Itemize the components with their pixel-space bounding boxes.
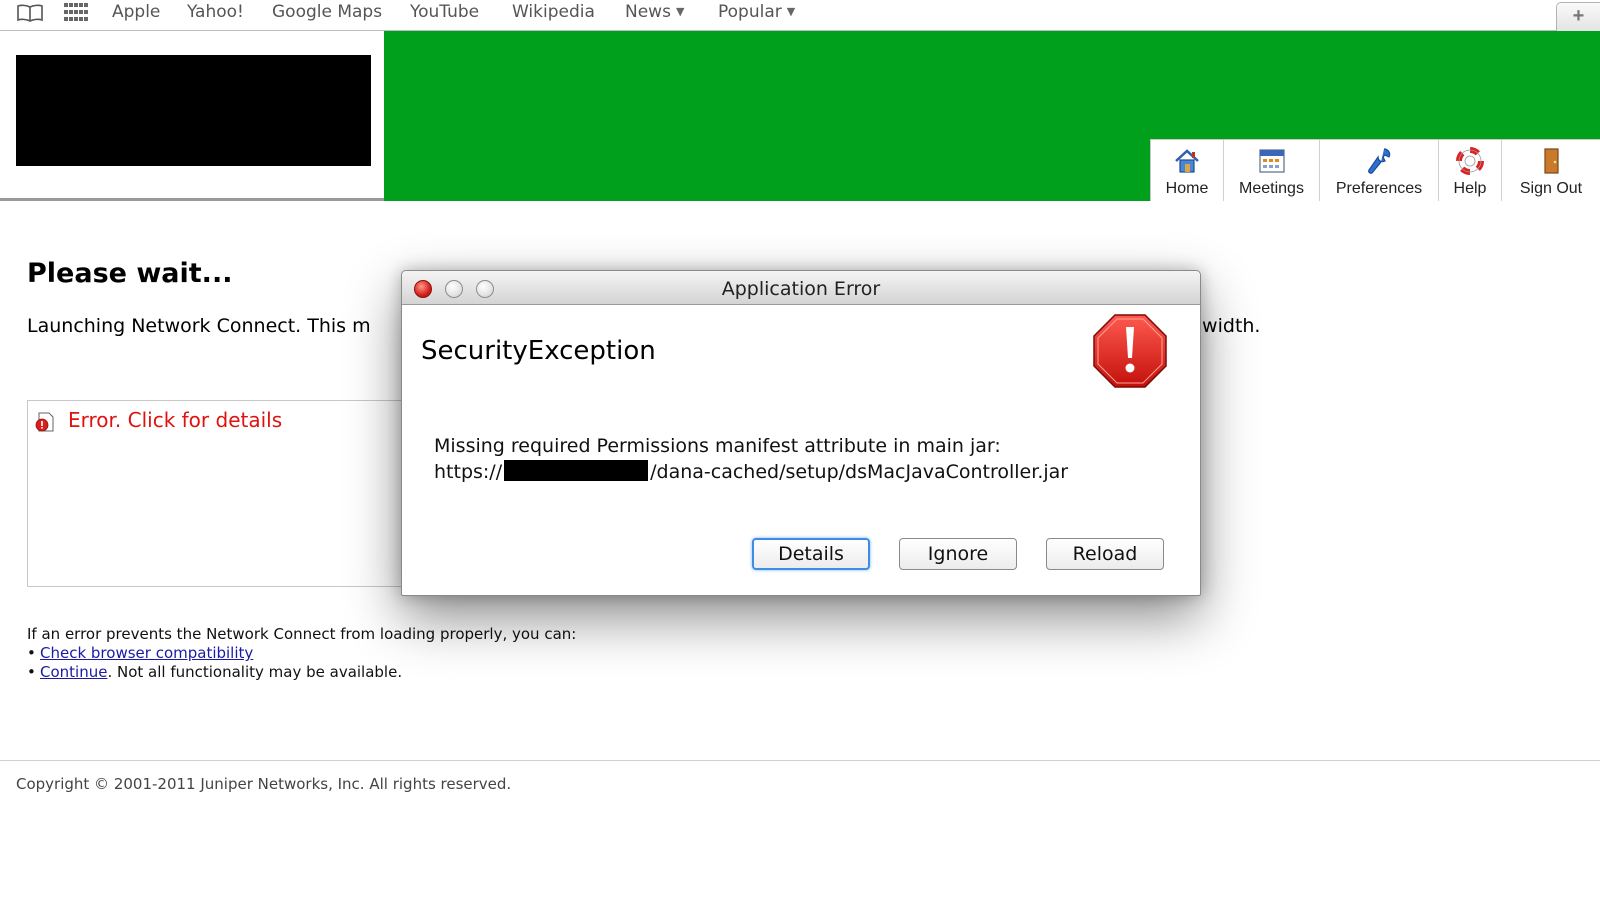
help-intro: If an error prevents the Network Connect… [27, 625, 577, 643]
help-item-compatibility: • Check browser compatibility [27, 644, 576, 663]
launch-status-text: Launching Network Connect. This m [27, 315, 371, 337]
continue-link[interactable]: Continue [40, 663, 107, 681]
reading-list-icon[interactable] [16, 4, 44, 22]
chevron-down-icon: ▼ [786, 5, 796, 18]
dialog-title: Application Error [721, 278, 881, 300]
bullet: • [27, 644, 36, 662]
portal-header: Home Meetings Preferences Help Sign Out [0, 31, 1600, 201]
nav-item-sign-out[interactable]: Sign Out [1502, 140, 1600, 201]
error-message: Missing required Permissions manifest at… [434, 435, 1001, 457]
application-error-dialog: Application Error SecurityException Miss… [401, 270, 1201, 596]
reload-button[interactable]: Reload [1046, 538, 1164, 570]
bookmark-apple[interactable]: Apple [112, 2, 160, 22]
details-button[interactable]: Details [752, 538, 870, 570]
nav-item-help[interactable]: Help [1439, 140, 1502, 201]
bookmark-popular-folder[interactable]: Popular ▼ [718, 2, 795, 22]
new-tab-button[interactable]: + [1556, 2, 1600, 31]
bookmark-google-maps[interactable]: Google Maps [272, 2, 382, 22]
stop-error-icon [1093, 314, 1167, 388]
exception-title: SecurityException [421, 336, 656, 366]
bookmarks-bar: Apple Yahoo! Google Maps YouTube Wikiped… [0, 0, 1600, 31]
nav-label-meetings: Meetings [1239, 180, 1304, 197]
java-error-icon [35, 412, 54, 432]
bookmark-news-folder[interactable]: News ▼ [625, 2, 684, 22]
redacted-hostname [504, 460, 649, 481]
bookmark-news-label: News [625, 2, 671, 22]
calendar-icon [1258, 149, 1285, 173]
nav-label-sign-out: Sign Out [1519, 180, 1583, 197]
bookmark-youtube[interactable]: YouTube [410, 2, 479, 22]
home-icon [1175, 149, 1199, 173]
nav-item-home[interactable]: Home [1151, 140, 1224, 201]
copyright-text: Copyright © 2001-2011 Juniper Networks, … [16, 775, 512, 793]
applet-error-link[interactable]: Error. Click for details [68, 408, 282, 432]
url-prefix: https:// [434, 461, 503, 483]
nav-label-help: Help [1453, 180, 1487, 197]
top-sites-grid-icon[interactable] [64, 3, 88, 21]
lifebuoy-icon [1456, 147, 1484, 175]
redacted-logo [16, 55, 371, 166]
wrench-icon [1368, 148, 1391, 174]
bookmark-yahoo[interactable]: Yahoo! [187, 2, 244, 22]
bookmark-wikipedia[interactable]: Wikipedia [512, 2, 595, 22]
help-block: If an error prevents the Network Connect… [27, 625, 576, 682]
ignore-button[interactable]: Ignore [899, 538, 1017, 570]
footer-divider [0, 760, 1600, 761]
nav-item-preferences[interactable]: Preferences [1320, 140, 1439, 201]
error-jar-url: https:// /dana-cached/setup/dsMacJavaCont… [434, 460, 1068, 483]
bullet: • [27, 663, 36, 681]
door-icon [1544, 148, 1559, 174]
nav-label-home: Home [1165, 180, 1209, 197]
page-title: Please wait... [27, 258, 233, 289]
continue-note: . Not all functionality may be available… [107, 663, 403, 681]
applet-area[interactable]: Error. Click for details [27, 400, 407, 587]
dialog-titlebar[interactable]: Application Error [402, 271, 1200, 305]
portal-nav: Home Meetings Preferences Help Sign Out [1150, 139, 1600, 201]
help-item-continue: • Continue. Not all functionality may be … [27, 663, 576, 682]
check-browser-compatibility-link[interactable]: Check browser compatibility [40, 644, 253, 662]
bookmark-popular-label: Popular [718, 2, 782, 22]
url-path: /dana-cached/setup/dsMacJavaController.j… [650, 461, 1069, 483]
nav-item-meetings[interactable]: Meetings [1224, 140, 1320, 201]
chevron-down-icon: ▼ [675, 5, 685, 18]
nav-label-preferences: Preferences [1335, 180, 1423, 197]
